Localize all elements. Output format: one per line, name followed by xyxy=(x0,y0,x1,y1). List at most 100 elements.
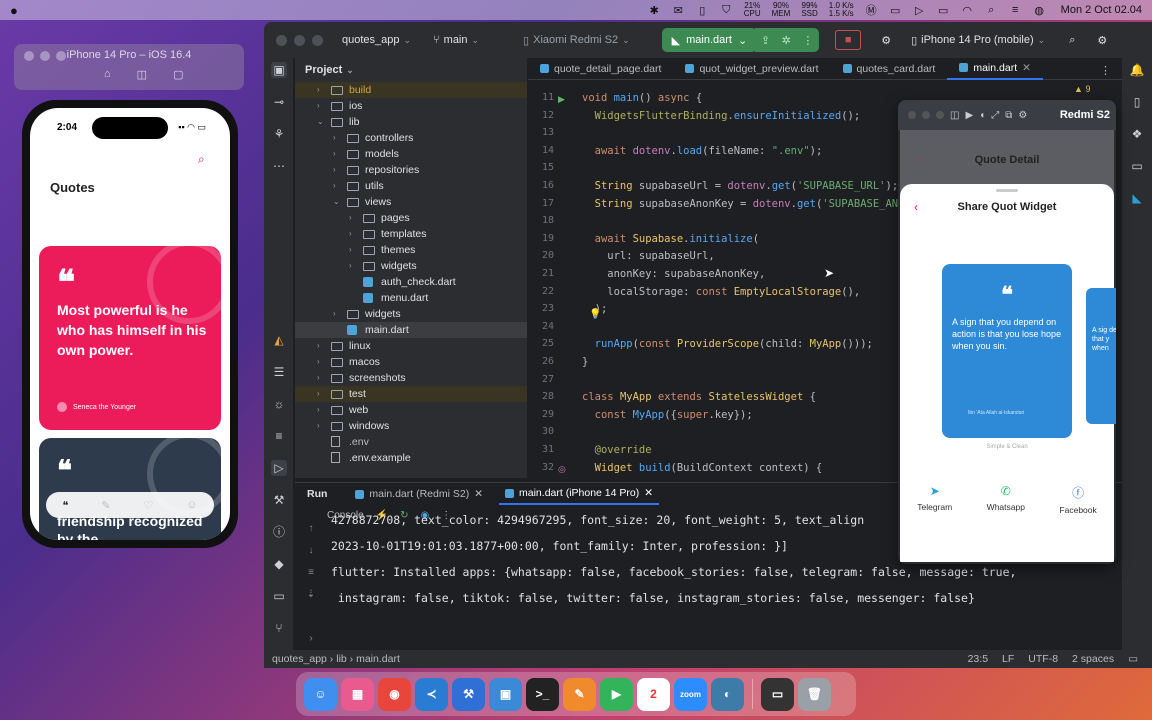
nav-quotes-icon[interactable]: ❝ xyxy=(62,499,68,512)
network-stat[interactable]: 1.0 K/s 1.5 K/s xyxy=(829,2,854,18)
menubar-clock[interactable]: Mon 2 Oct 02.04 xyxy=(1061,4,1142,16)
run-config-button[interactable]: ◣ main.dart ⌄ xyxy=(661,28,758,52)
settings-icon[interactable]: ⚙ xyxy=(1018,110,1027,121)
tree-item[interactable]: › repositories xyxy=(295,162,527,178)
project-selector[interactable]: quotes_app ⌄ xyxy=(342,34,411,46)
screenshot-icon[interactable]: ◫ xyxy=(950,110,959,121)
control-center-icon[interactable]: ≡ xyxy=(1009,4,1022,17)
tree-item[interactable]: › templates xyxy=(295,226,527,242)
inspection-count[interactable]: ▲ 9 xyxy=(1074,84,1090,94)
battery-icon[interactable]: ▭ xyxy=(937,4,950,17)
tree-item[interactable]: › models xyxy=(295,146,527,162)
close-icon[interactable]: ✕ xyxy=(474,488,483,500)
scroll-end-icon[interactable]: ⇣ xyxy=(303,589,319,600)
build-icon[interactable]: ⚒ xyxy=(271,492,287,508)
editor-tab[interactable]: quot_widget_preview.dart xyxy=(673,58,830,80)
chevron-right-icon[interactable]: › xyxy=(333,178,343,194)
dock-calendar-icon[interactable]: 2 xyxy=(637,677,670,711)
close-window-button[interactable] xyxy=(908,111,916,119)
tree-item[interactable]: auth_check.dart xyxy=(295,274,527,290)
settings-icon[interactable]: ⚙ xyxy=(1097,34,1107,47)
chevron-right-icon[interactable]: › xyxy=(333,130,343,146)
dock-terminal-icon[interactable]: >_ xyxy=(526,677,559,711)
device-selector-right[interactable]: ▯ iPhone 14 Pro (mobile) ⌄ xyxy=(911,34,1045,47)
share-telegram-button[interactable]: ➤ Telegram xyxy=(917,484,952,515)
tree-item[interactable]: › screenshots xyxy=(295,370,527,386)
record-icon[interactable]: ▶ xyxy=(965,110,973,121)
tree-item[interactable]: .env xyxy=(295,434,527,450)
chevron-right-icon[interactable]: › xyxy=(317,386,327,402)
dock-trash-icon[interactable]: 🗑 xyxy=(798,677,831,711)
device-selector-left[interactable]: ▯ Xiaomi Redmi S2 ⌄ xyxy=(523,34,630,47)
m-app-icon[interactable]: Ⓜ xyxy=(865,4,878,17)
tree-item[interactable]: › pages xyxy=(295,210,527,226)
expand-icon[interactable]: › xyxy=(303,633,319,644)
chevron-right-icon[interactable]: › xyxy=(317,82,327,98)
search-icon[interactable]: ⌕ xyxy=(1069,34,1075,47)
gemini-icon[interactable]: ❖ xyxy=(1129,126,1145,142)
wifi-icon[interactable]: ◠ xyxy=(961,4,974,17)
chevron-right-icon[interactable]: › xyxy=(317,98,327,114)
minimize-window-button[interactable] xyxy=(922,111,930,119)
chevron-right-icon[interactable]: › xyxy=(349,242,359,258)
more-tools-icon[interactable]: ⋯ xyxy=(271,158,287,174)
dock-xcode-icon[interactable]: ⚒ xyxy=(452,677,485,711)
device-manager-icon[interactable]: ⚙ xyxy=(881,34,891,47)
nav-favorite-icon[interactable]: ♡ xyxy=(143,499,153,512)
chevron-right-icon[interactable]: › xyxy=(349,226,359,242)
quote-card[interactable]: ❝ friendship recognized by the xyxy=(39,438,221,540)
chevron-right-icon[interactable]: › xyxy=(333,162,343,178)
rotate-icon[interactable]: ▢ xyxy=(173,68,183,81)
structure-icon[interactable]: ⚘ xyxy=(271,126,287,142)
shield-icon[interactable]: ⛉ xyxy=(720,4,733,17)
branch-selector[interactable]: ⑂ main ⌄ xyxy=(433,34,479,46)
project-tool-icon[interactable]: ▣ xyxy=(271,62,287,78)
bug-icon[interactable]: ✱ xyxy=(648,4,661,17)
soft-wrap-icon[interactable]: ≡ xyxy=(303,567,319,578)
line-separator[interactable]: LF xyxy=(1002,653,1014,665)
tree-item[interactable]: › macos xyxy=(295,354,527,370)
chevron-right-icon[interactable]: › xyxy=(349,210,359,226)
share-whatsapp-button[interactable]: ✆ Whatsapp xyxy=(987,484,1025,515)
device-file-icon[interactable]: ▯ xyxy=(1129,94,1145,110)
nav-edit-icon[interactable]: ✎ xyxy=(101,499,110,512)
audio-icon[interactable]: ◖ xyxy=(979,110,985,121)
chevron-right-icon[interactable]: › xyxy=(317,418,327,434)
editor-tab[interactable]: quotes_card.dart xyxy=(831,58,948,80)
tree-item[interactable]: › themes xyxy=(295,242,527,258)
running-devices-icon[interactable]: ▭ xyxy=(1129,158,1145,174)
run-tab-iphone[interactable]: main.dart (iPhone 14 Pro) ✕ xyxy=(499,483,660,505)
file-encoding[interactable]: UTF-8 xyxy=(1028,653,1058,665)
chevron-right-icon[interactable]: › xyxy=(317,338,327,354)
dock-chrome-icon[interactable]: ◉ xyxy=(378,677,411,711)
commit-icon[interactable]: ⊸ xyxy=(271,94,287,110)
editor-tab[interactable]: quote_detail_page.dart xyxy=(528,58,673,80)
apple-menu-icon[interactable]: ● xyxy=(10,3,24,18)
run-tool-icon[interactable]: ▷ xyxy=(271,460,287,476)
play-icon[interactable]: ▷ xyxy=(913,4,926,17)
minimize-window-button[interactable] xyxy=(294,34,305,46)
tree-item[interactable]: › windows xyxy=(295,418,527,434)
indent-setting[interactable]: 2 spaces xyxy=(1072,653,1114,665)
close-window-button[interactable] xyxy=(276,34,287,46)
zoom-window-button[interactable] xyxy=(936,111,944,119)
more-icon[interactable]: ⋮ xyxy=(802,34,813,47)
cpu-stat[interactable]: 21% CPU xyxy=(744,2,761,18)
lightbulb-icon[interactable]: 💡 xyxy=(589,309,601,320)
hot-reload-icon[interactable]: ⇪ xyxy=(761,34,770,47)
list-icon[interactable]: ≡ xyxy=(271,428,287,444)
info-icon[interactable]: ⓘ xyxy=(271,524,287,540)
sidebar-icon[interactable]: ▯ xyxy=(696,4,709,17)
home-icon[interactable]: ⌂ xyxy=(104,68,111,81)
chevron-right-icon[interactable]: › xyxy=(333,146,343,162)
mail-icon[interactable]: ✉ xyxy=(672,4,685,17)
notifications-icon[interactable]: 🔔 xyxy=(1129,62,1145,78)
run-gutter-icon[interactable]: ▶ xyxy=(558,94,565,105)
chevron-right-icon[interactable]: › xyxy=(317,354,327,370)
scroll-down-icon[interactable]: ↓ xyxy=(303,545,319,556)
tree-item[interactable]: › test xyxy=(295,386,527,402)
tree-item[interactable]: › widgets xyxy=(295,258,527,274)
project-panel-header[interactable]: Project ⌄ xyxy=(295,58,527,82)
chevron-right-icon[interactable]: › xyxy=(333,306,343,322)
layout-icon[interactable]: ▭ xyxy=(1128,653,1138,665)
